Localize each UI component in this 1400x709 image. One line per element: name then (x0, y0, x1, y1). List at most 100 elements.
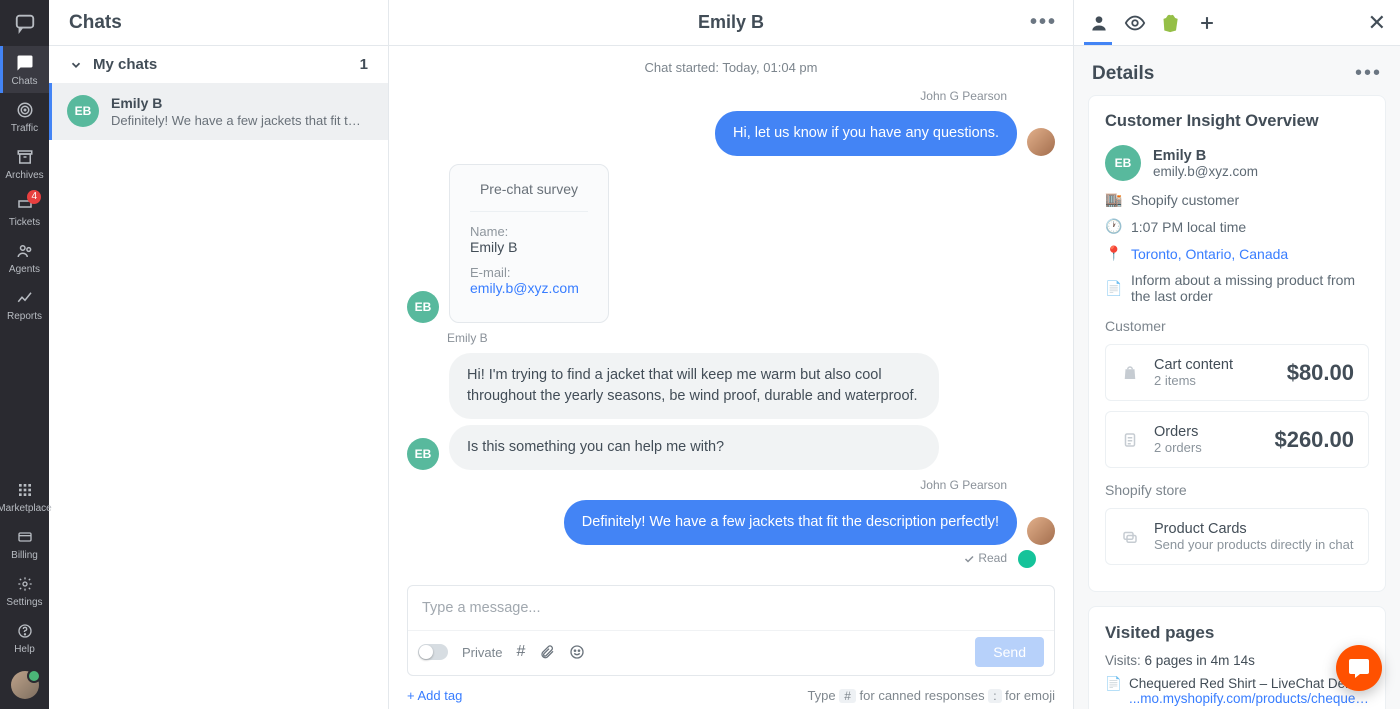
survey-row: EB Pre-chat survey Name: Emily B E-mail:… (407, 164, 1055, 323)
chat-list-panel: Chats My chats 1 EB Emily B Definitely! … (49, 0, 389, 709)
cart-card[interactable]: Cart content2 items $80.00 (1105, 344, 1369, 401)
orders-value: $260.00 (1274, 427, 1354, 453)
rail-item-tickets[interactable]: 4 Tickets (0, 187, 49, 234)
survey-name-label: Name: (470, 224, 588, 239)
survey-email-value[interactable]: emily.b@xyz.com (470, 280, 588, 296)
sender-label-agent-2: John G Pearson (407, 478, 1007, 492)
chatlist-group-toggle[interactable]: My chats 1 (49, 46, 388, 83)
orders-card[interactable]: Orders2 orders $260.00 (1105, 411, 1369, 468)
private-label: Private (462, 645, 502, 660)
details-panel: ✕ Details ••• Customer Insight Overview … (1074, 0, 1400, 709)
rail-item-billing[interactable]: Billing (0, 520, 49, 567)
bag-icon (1120, 363, 1140, 383)
details-tabs: ✕ (1074, 0, 1400, 46)
gear-icon (15, 574, 35, 594)
target-icon (15, 100, 35, 120)
msg-bubble-in-1: Hi! I'm trying to find a jacket that wil… (449, 353, 939, 419)
survey-title: Pre-chat survey (470, 181, 588, 212)
rail-item-traffic[interactable]: Traffic (0, 93, 49, 140)
info-location[interactable]: Toronto, Ontario, Canada (1131, 246, 1288, 262)
customer-avatar: EB (407, 291, 439, 323)
card-icon (15, 527, 35, 547)
visited-page-1[interactable]: 📄 Chequered Red Shirt – LiveChat Demo ..… (1105, 676, 1369, 706)
agent-avatar (1027, 517, 1055, 545)
attach-icon[interactable] (539, 644, 555, 660)
rail-logo[interactable] (0, 0, 49, 46)
tab-eye-icon[interactable] (1124, 12, 1146, 34)
rail-label-settings: Settings (6, 597, 42, 608)
clipboard-icon (1120, 430, 1140, 450)
grammarly-icon[interactable] (1018, 550, 1036, 568)
rail-label-chats: Chats (11, 76, 37, 87)
visits-line: Visits: 6 pages in 4m 14s (1105, 653, 1369, 668)
rail-item-settings[interactable]: Settings (0, 567, 49, 614)
composer: Private # Send (407, 585, 1055, 676)
add-tag-button[interactable]: + Add tag (407, 688, 462, 703)
read-receipt: Read (407, 551, 1007, 565)
hash-icon[interactable]: # (516, 643, 525, 661)
msg-row-1: Hi, let us know if you have any question… (407, 111, 1055, 156)
info-shopify: Shopify customer (1131, 192, 1239, 208)
private-toggle[interactable] (418, 644, 448, 660)
chat-row[interactable]: EB Emily B Definitely! We have a few jac… (49, 83, 388, 140)
emoji-icon[interactable] (569, 644, 585, 660)
nav-rail: Chats Traffic Archives 4 Tickets Agents … (0, 0, 49, 709)
insight-title: Customer Insight Overview (1105, 112, 1369, 131)
rail-label-help: Help (14, 644, 35, 655)
chatlist-title: Chats (49, 0, 388, 46)
archive-icon (15, 147, 35, 167)
msg-bubble-in-2: Is this something you can help me with? (449, 425, 939, 470)
chatlist-group-count: 1 (360, 56, 368, 73)
chat-row-preview: Definitely! We have a few jackets that f… (111, 113, 361, 128)
prechat-survey-card: Pre-chat survey Name: Emily B E-mail: em… (449, 164, 609, 323)
message-input[interactable] (408, 586, 1054, 630)
livechat-fab[interactable] (1336, 645, 1382, 691)
sender-label-customer: Emily B (447, 331, 1055, 345)
rail-label-marketplace: Marketplace (0, 503, 52, 514)
composer-hint: Type # for canned responses : for emoji (807, 688, 1055, 703)
tab-add-icon[interactable] (1196, 12, 1218, 34)
rail-item-reports[interactable]: Reports (0, 281, 49, 328)
msg-row-2: EB Hi! I'm trying to find a jacket that … (407, 353, 1055, 470)
insight-name: Emily B (1153, 148, 1258, 164)
read-label: Read (978, 551, 1007, 565)
store-icon: 🏬 (1105, 191, 1121, 208)
rail-item-archives[interactable]: Archives (0, 140, 49, 187)
chevron-down-icon (69, 58, 83, 72)
insight-avatar: EB (1105, 145, 1141, 181)
msg-bubble-out-1: Hi, let us know if you have any question… (715, 111, 1017, 156)
tab-shopify-icon[interactable] (1160, 12, 1182, 34)
note-icon: 📄 (1105, 280, 1121, 297)
conv-more-button[interactable]: ••• (1030, 0, 1057, 45)
details-more-button[interactable]: ••• (1355, 62, 1382, 85)
rail-label-traffic: Traffic (11, 123, 38, 134)
insight-email: emily.b@xyz.com (1153, 164, 1258, 179)
rail-item-marketplace[interactable]: Marketplace (0, 473, 49, 520)
rail-item-help[interactable]: Help (0, 614, 49, 661)
agent-avatar (1027, 128, 1055, 156)
user-avatar[interactable] (11, 671, 39, 699)
tab-person-icon[interactable] (1088, 12, 1110, 34)
rail-label-tickets: Tickets (9, 217, 40, 228)
conversation-panel: Emily B ••• Chat started: Today, 01:04 p… (389, 0, 1074, 709)
tab-underline (1084, 42, 1112, 45)
insight-card: Customer Insight Overview EB Emily B emi… (1088, 95, 1386, 592)
visited-title: Visited pages (1105, 623, 1369, 643)
product-cards-card[interactable]: Product CardsSend your products directly… (1105, 508, 1369, 565)
conv-body: Chat started: Today, 01:04 pm John G Pea… (389, 46, 1073, 585)
info-time: 1:07 PM local time (1131, 219, 1246, 235)
send-button[interactable]: Send (975, 637, 1044, 667)
rail-item-chats[interactable]: Chats (0, 46, 49, 93)
rail-label-billing: Billing (11, 550, 38, 561)
rail-label-agents: Agents (9, 264, 40, 275)
conv-title: Emily B (698, 12, 764, 33)
chat-row-name: Emily B (111, 95, 361, 111)
rail-item-agents[interactable]: Agents (0, 234, 49, 281)
msg-row-3: Definitely! We have a few jackets that f… (407, 500, 1055, 545)
rail-label-archives: Archives (5, 170, 43, 181)
sender-label-agent: John G Pearson (407, 89, 1007, 103)
chat-row-avatar: EB (67, 95, 99, 127)
customer-avatar: EB (407, 438, 439, 470)
details-title: Details (1092, 63, 1154, 85)
close-icon[interactable]: ✕ (1368, 10, 1386, 36)
